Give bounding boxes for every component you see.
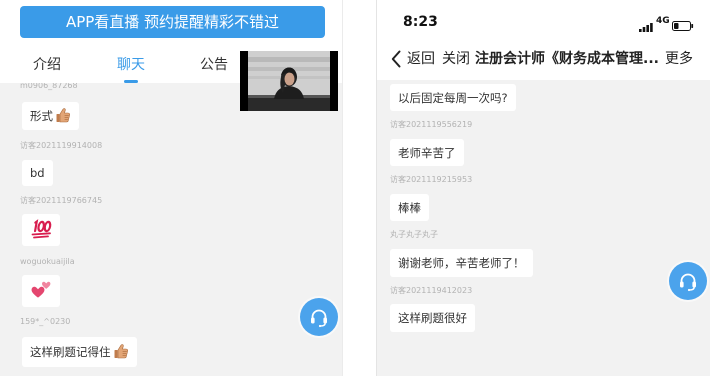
left-live-room: APP看直播 预约提醒精彩不错过 介绍 聊天 公告 m0906_87268 形式 bbox=[0, 0, 343, 376]
chat-message-text: 这样刷题记得住 bbox=[30, 345, 111, 359]
open-app-banner-button[interactable]: APP看直播 预约提醒精彩不错过 bbox=[20, 6, 325, 38]
hundred-points-icon bbox=[30, 218, 52, 242]
right-header: 8:23 4G 返回 关闭 注册会计师《财务成本管理... 更多 bbox=[377, 0, 710, 80]
network-type: 4G bbox=[656, 16, 670, 26]
headset-icon bbox=[308, 306, 330, 328]
page-title: 注册会计师《财务成本管理... bbox=[475, 51, 659, 67]
chat-message-text: 以后固定每周一次吗? bbox=[398, 90, 508, 105]
chat-message-text: 老师辛苦了 bbox=[398, 145, 456, 160]
chat-message-bubble: 以后固定每周一次吗? bbox=[390, 84, 516, 111]
chat-sender: 访客2021119412023 bbox=[390, 286, 473, 295]
back-button[interactable]: 返回 bbox=[407, 49, 435, 69]
status-time: 8:23 bbox=[403, 14, 438, 30]
chevron-left-icon[interactable] bbox=[391, 50, 401, 72]
headset-icon bbox=[677, 270, 699, 292]
chat-message-bubble: bd bbox=[22, 160, 53, 186]
signal-strength-icon bbox=[639, 17, 653, 36]
customer-service-button[interactable] bbox=[300, 298, 338, 336]
battery-level-fill bbox=[674, 23, 679, 29]
chat-sender: 访客2021119556219 bbox=[390, 120, 473, 129]
chat-message-bubble: 棒棒 bbox=[390, 194, 429, 221]
chat-sender: 访客2021119215953 bbox=[390, 175, 473, 184]
chat-message-bubble: 这样刷题很好 bbox=[390, 304, 475, 332]
chat-message-bubble: 形式 bbox=[22, 102, 79, 130]
close-button[interactable]: 关闭 bbox=[442, 49, 470, 69]
chat-sender: 159*_^0230 bbox=[20, 317, 71, 326]
tab-announcement[interactable]: 公告 bbox=[184, 55, 244, 75]
chat-message-text: 形式 bbox=[30, 109, 53, 123]
tab-intro[interactable]: 介绍 bbox=[17, 55, 77, 75]
customer-service-button[interactable] bbox=[669, 262, 707, 300]
chat-message-bubble bbox=[22, 275, 60, 307]
chat-message-bubble bbox=[22, 214, 60, 246]
chat-message-bubble: 老师辛苦了 bbox=[390, 139, 464, 166]
thumbs-up-icon bbox=[113, 343, 129, 362]
chat-message-bubble: 这样刷题记得住 bbox=[22, 337, 137, 367]
chat-sender: 丸子丸子丸子 bbox=[390, 230, 438, 239]
chat-message-bubble: 谢谢老师，辛苦老师了！ bbox=[390, 249, 533, 277]
active-tab-indicator bbox=[124, 80, 138, 83]
chat-message-text: bd bbox=[30, 166, 45, 180]
chat-sender: 访客2021119766745 bbox=[20, 196, 103, 205]
thumbs-up-icon bbox=[55, 107, 71, 126]
tab-chat[interactable]: 聊天 bbox=[101, 55, 161, 75]
more-button[interactable]: 更多 bbox=[665, 49, 693, 69]
chat-message-text: 谢谢老师，辛苦老师了！ bbox=[398, 256, 525, 270]
chat-sender: 访客2021119914008 bbox=[20, 141, 103, 150]
two-hearts-icon bbox=[30, 280, 52, 303]
chat-message-text: 这样刷题很好 bbox=[398, 311, 467, 325]
right-live-room: 8:23 4G 返回 关闭 注册会计师《财务成本管理... 更多 以后固定每周一… bbox=[376, 0, 710, 376]
battery-icon bbox=[672, 16, 694, 35]
live-video-preview[interactable] bbox=[240, 51, 338, 111]
chat-sender: woguokuaijila bbox=[20, 257, 75, 266]
chat-message-text: 棒棒 bbox=[398, 200, 421, 215]
